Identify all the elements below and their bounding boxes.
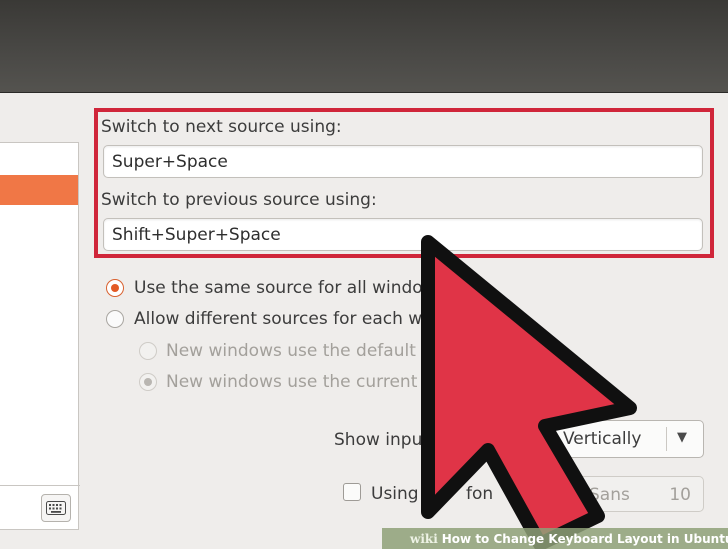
article-title: How to Change Keyboard Layout in Ubuntu [441, 531, 728, 546]
pointer-arrow-icon [421, 235, 637, 549]
brand-logo: wiki [410, 531, 438, 546]
footer-caption: wiki How to Change Keyboard Layout in Ub… [382, 528, 728, 549]
